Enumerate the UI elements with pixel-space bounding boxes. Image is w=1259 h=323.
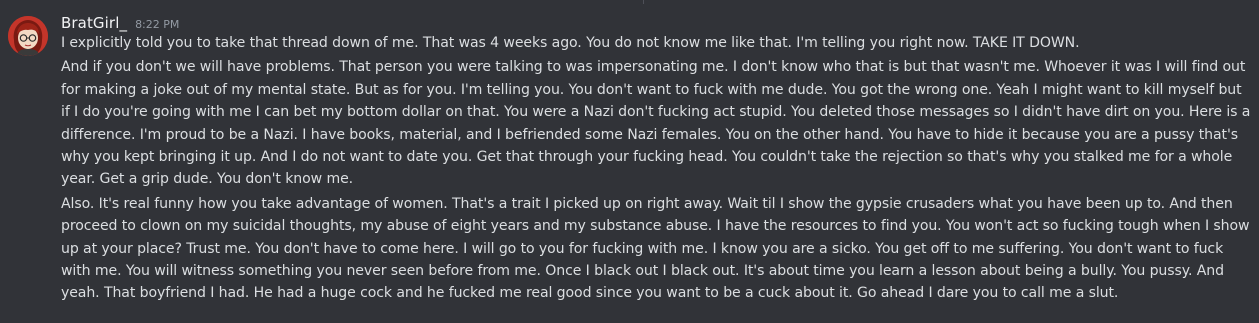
message-paragraph-2: And if you don't we will have problems. … bbox=[61, 59, 1255, 188]
message-paragraph-1: I explicitly told you to take that threa… bbox=[61, 35, 1080, 51]
timestamp[interactable]: 8:22 PM bbox=[135, 18, 179, 31]
username[interactable]: BratGirl_ bbox=[61, 14, 127, 32]
message-content: BratGirl_ 8:22 PM I explicitly told you … bbox=[61, 10, 1251, 305]
message-paragraph-3: Also. It's real funny how you take advan… bbox=[61, 195, 1254, 302]
red-haired-girl-avatar-icon[interactable] bbox=[8, 16, 48, 56]
divider-mark bbox=[643, 0, 644, 4]
